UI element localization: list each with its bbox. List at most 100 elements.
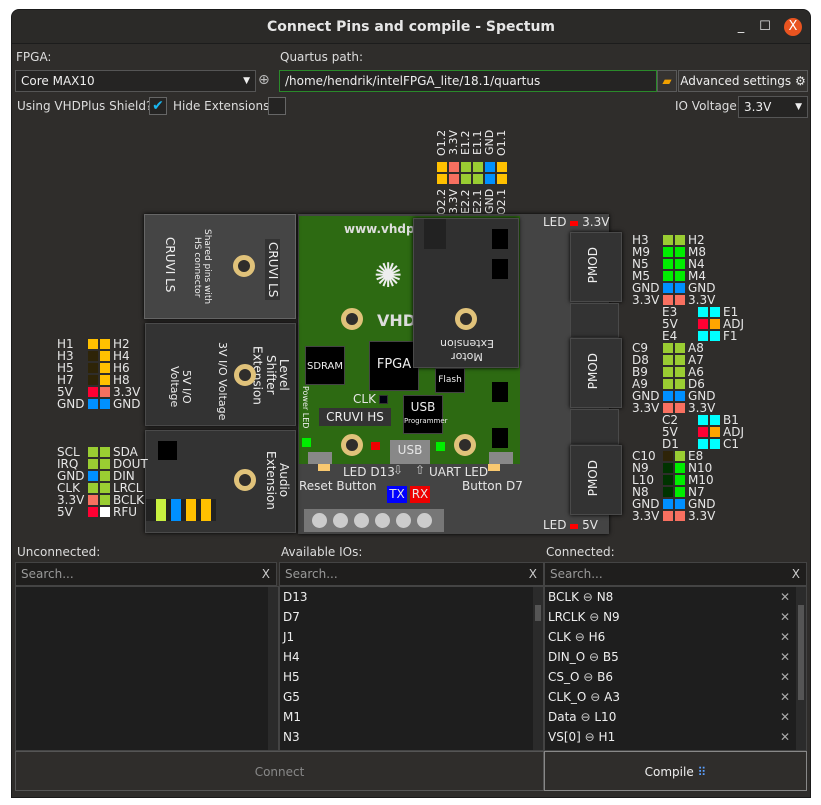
quartus-path-input[interactable]: /home/hendrik/intelFPGA_lite/18.1/quartu… [279,70,657,92]
pin[interactable] [663,271,673,281]
pin[interactable] [88,351,98,361]
pin[interactable] [473,174,483,184]
pin[interactable] [88,483,98,493]
button-d7[interactable] [488,464,500,471]
pin[interactable] [100,387,110,397]
pmod-3[interactable]: PMOD [570,445,622,515]
pin[interactable] [675,355,685,365]
pin[interactable] [675,451,685,461]
pin[interactable] [675,379,685,389]
pin[interactable] [461,162,471,172]
pin[interactable] [100,495,110,505]
list-item[interactable]: H5 [280,667,543,687]
pin[interactable] [675,271,685,281]
pin[interactable] [675,367,685,377]
clear-search-icon[interactable]: X [262,563,270,585]
pin[interactable] [100,399,110,409]
pin[interactable] [675,295,685,305]
pin[interactable] [710,331,720,341]
remove-icon[interactable]: ✕ [780,587,790,607]
pin[interactable] [100,351,110,361]
connection-item[interactable]: Data ⊖ L10 ✕ [545,707,806,727]
advanced-settings-button[interactable]: Advanced settings ⚙ [678,70,808,92]
pin[interactable] [88,399,98,409]
pin[interactable] [663,463,673,473]
pin[interactable] [675,487,685,497]
clear-search-icon[interactable]: X [529,563,537,585]
pin[interactable] [663,391,673,401]
pin[interactable] [449,174,459,184]
scrollbar[interactable] [533,587,543,750]
pin[interactable] [663,355,673,365]
pin[interactable] [663,367,673,377]
remove-icon[interactable]: ✕ [780,687,790,707]
pin[interactable] [88,375,98,385]
pin[interactable] [710,427,720,437]
remove-icon[interactable]: ✕ [780,727,790,747]
shield-checkbox[interactable]: ✔ [149,97,167,115]
pin[interactable] [663,259,673,269]
pin[interactable] [698,439,708,449]
remove-icon[interactable]: ✕ [780,647,790,667]
remove-icon[interactable]: ✕ [780,707,790,727]
pin[interactable] [698,307,708,317]
pin[interactable] [710,319,720,329]
io-voltage-select[interactable]: 3.3V ▼ [738,96,808,118]
pin[interactable] [698,319,708,329]
pin[interactable] [663,475,673,485]
pin[interactable] [663,283,673,293]
connection-item[interactable]: CLK_O ⊖ A3 ✕ [545,687,806,707]
pin[interactable] [497,174,507,184]
pin[interactable] [663,379,673,389]
connect-button[interactable]: Connect [15,751,544,791]
maximize-button[interactable]: ☐ [756,18,774,36]
pin[interactable] [88,507,98,517]
pin[interactable] [485,162,495,172]
list-item[interactable]: D7 [280,607,543,627]
pin[interactable] [100,447,110,457]
pin[interactable] [100,363,110,373]
pin[interactable] [675,391,685,401]
pin[interactable] [663,511,673,521]
level-shifter-extension[interactable]: Level Shifter Extension 3V I/O Voltage 5… [145,323,296,426]
pin[interactable] [100,459,110,469]
pin[interactable] [88,447,98,457]
pin[interactable] [710,439,720,449]
minimize-button[interactable]: _ [732,18,750,36]
list-item[interactable]: N3 [280,727,543,747]
pin[interactable] [88,495,98,505]
list-item[interactable]: H4 [280,647,543,667]
pin[interactable] [100,471,110,481]
pin[interactable] [88,363,98,373]
connection-item[interactable]: BCLK ⊖ N8 ✕ [545,587,806,607]
available-search-input[interactable]: Search... X [279,562,544,586]
pin[interactable] [675,499,685,509]
clk-pin[interactable] [379,395,388,404]
sdram-chip[interactable]: SDRAM [305,346,345,385]
fpga-chip[interactable]: FPGA [369,341,419,391]
hide-extensions-checkbox[interactable] [268,97,286,115]
pin[interactable] [675,511,685,521]
pin[interactable] [675,403,685,413]
pin[interactable] [461,174,471,184]
pin[interactable] [663,247,673,257]
pin[interactable] [675,463,685,473]
pin[interactable] [485,174,495,184]
pin[interactable] [437,162,447,172]
pin[interactable] [449,162,459,172]
pin[interactable] [663,343,673,353]
available-list[interactable]: D13 D7 J1 H4 H5 G5 M1 N3 [279,586,544,751]
pin[interactable] [473,162,483,172]
usb-programmer-chip[interactable]: USB Programmer [403,395,448,434]
close-button[interactable]: X [784,18,802,36]
unconnected-search-input[interactable]: Search... X [15,562,277,586]
motor-extension[interactable]: Motor Extension [413,218,519,368]
pin[interactable] [663,403,673,413]
pin[interactable] [100,507,110,517]
led-d13[interactable] [371,442,380,450]
pin[interactable] [88,387,98,397]
pin[interactable] [698,415,708,425]
connection-item[interactable]: DIN_O ⊖ B5 ✕ [545,647,806,667]
pin[interactable] [675,283,685,293]
pin[interactable] [675,235,685,245]
